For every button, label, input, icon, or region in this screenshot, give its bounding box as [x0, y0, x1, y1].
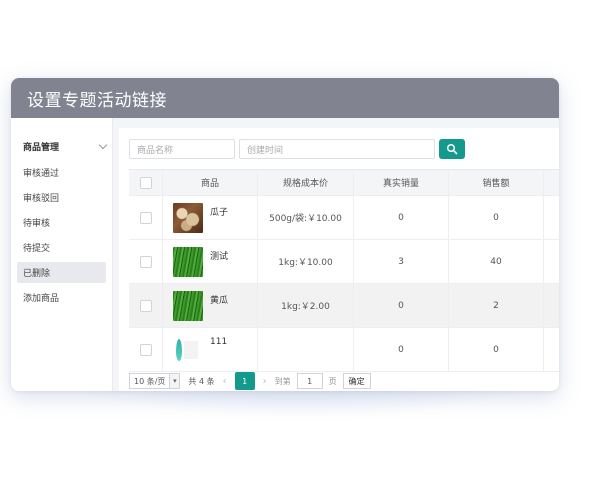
goods-cell: 测试: [163, 240, 258, 283]
goods-name: 瓜子: [210, 208, 229, 218]
header-select-cell: [129, 170, 163, 195]
goods-cell: 111: [163, 328, 258, 371]
real-sales-cell: 0: [354, 196, 449, 239]
revenue-cell: 40: [449, 240, 544, 283]
sidebar-item-add-goods[interactable]: 添加商品: [17, 287, 106, 308]
goto-page-input[interactable]: 1: [296, 373, 323, 389]
sidebar-item-approved[interactable]: 审核通过: [17, 162, 106, 183]
spec-cost-cell: [258, 328, 354, 371]
spec-cost-cell: 1kg:￥2.00: [258, 284, 354, 327]
sidebar-item-rejected[interactable]: 审核驳回: [17, 187, 106, 208]
revenue-cell: 2: [449, 284, 544, 327]
search-icon: [446, 143, 458, 155]
chevron-down-icon: ▾: [169, 374, 180, 388]
goods-name: 111: [210, 337, 228, 347]
page-unit-label: 页: [328, 376, 337, 386]
goods-thumbnail: [173, 247, 203, 277]
more-cell: [544, 284, 559, 327]
table-row: 测试 1kg:￥10.00 3 40: [129, 240, 559, 284]
create-time-input[interactable]: 创建时间: [239, 139, 435, 159]
row-select-cell: [129, 196, 163, 239]
confirm-button[interactable]: 确定: [342, 373, 371, 389]
goods-cell: 黄瓜: [163, 284, 258, 327]
goto-label: 到第: [274, 376, 291, 386]
more-cell: [544, 328, 559, 371]
table-header: 商品 规格成本价 真实销量 销售额: [129, 170, 559, 196]
select-all-checkbox[interactable]: [139, 176, 152, 189]
row-select-cell: [129, 284, 163, 327]
row-checkbox[interactable]: [139, 255, 152, 268]
pagination: 10 条/页 ▾ 共 4 条 ‹ 1 › 到第 1 页 确定: [129, 371, 371, 391]
window-title: 设置专题活动链接: [11, 78, 559, 118]
goods-cell: 瓜子: [163, 196, 258, 239]
goods-table: 商品 规格成本价 真实销量 销售额 瓜子 500g/袋:￥10.00 0 0 测…: [129, 169, 559, 372]
table-row: 瓜子 500g/袋:￥10.00 0 0: [129, 196, 559, 240]
row-checkbox[interactable]: [139, 343, 152, 356]
next-page-icon[interactable]: ›: [263, 376, 267, 387]
goods-thumbnail: [173, 291, 203, 321]
prev-page-icon[interactable]: ‹: [223, 376, 227, 387]
header-more: [544, 170, 559, 195]
row-checkbox[interactable]: [139, 211, 152, 224]
row-checkbox[interactable]: [139, 299, 152, 312]
row-select-cell: [129, 328, 163, 371]
page-1-button[interactable]: 1: [234, 372, 255, 390]
app-body: 商品管理 审核通过 审核驳回 待审核 待提交 已删除 添加商品 商品名称 创建时…: [11, 118, 559, 391]
header-revenue: 销售额: [449, 170, 544, 195]
sidebar: 商品管理 审核通过 审核驳回 待审核 待提交 已删除 添加商品: [11, 118, 113, 391]
revenue-cell: 0: [449, 328, 544, 371]
header-goods: 商品: [163, 170, 258, 195]
content-panel: 商品名称 创建时间 商品 规格成本价 真实销量 销售额 瓜子 500g/袋:￥1…: [119, 128, 559, 391]
main-content: 商品名称 创建时间 商品 规格成本价 真实销量 销售额 瓜子 500g/袋:￥1…: [113, 118, 559, 391]
sidebar-item-draft[interactable]: 待提交: [17, 237, 106, 258]
real-sales-cell: 0: [354, 328, 449, 371]
table-row: 黄瓜 1kg:￥2.00 0 2: [129, 284, 559, 328]
more-cell: [544, 240, 559, 283]
app-window: 设置专题活动链接 商品管理 审核通过 审核驳回 待审核 待提交 已删除 添加商品…: [11, 78, 559, 391]
goods-name: 测试: [210, 252, 229, 262]
goods-name-input[interactable]: 商品名称: [129, 139, 235, 159]
sidebar-group-goods[interactable]: 商品管理: [11, 138, 112, 154]
table-row: 111 0 0: [129, 328, 559, 372]
row-select-cell: [129, 240, 163, 283]
revenue-cell: 0: [449, 196, 544, 239]
more-cell: [544, 196, 559, 239]
sidebar-item-deleted[interactable]: 已删除: [17, 262, 106, 283]
goods-thumbnail: [173, 203, 203, 233]
page-size-select[interactable]: 10 条/页 ▾: [129, 373, 181, 389]
search-bar: 商品名称 创建时间: [129, 139, 559, 159]
real-sales-cell: 3: [354, 240, 449, 283]
sidebar-group-label: 商品管理: [23, 142, 60, 153]
header-spec-cost: 规格成本价: [258, 170, 354, 195]
spec-cost-cell: 500g/袋:￥10.00: [258, 196, 354, 239]
sidebar-item-pending[interactable]: 待审核: [17, 212, 106, 233]
search-button[interactable]: [439, 139, 465, 159]
chevron-down-icon: [98, 140, 108, 149]
goods-name: 黄瓜: [210, 296, 229, 306]
goods-thumbnail: [173, 335, 203, 365]
header-real-sales: 真实销量: [354, 170, 449, 195]
page-size-value: 10 条/页: [134, 376, 166, 386]
real-sales-cell: 0: [354, 284, 449, 327]
spec-cost-cell: 1kg:￥10.00: [258, 240, 354, 283]
total-count: 共 4 条: [188, 376, 215, 386]
